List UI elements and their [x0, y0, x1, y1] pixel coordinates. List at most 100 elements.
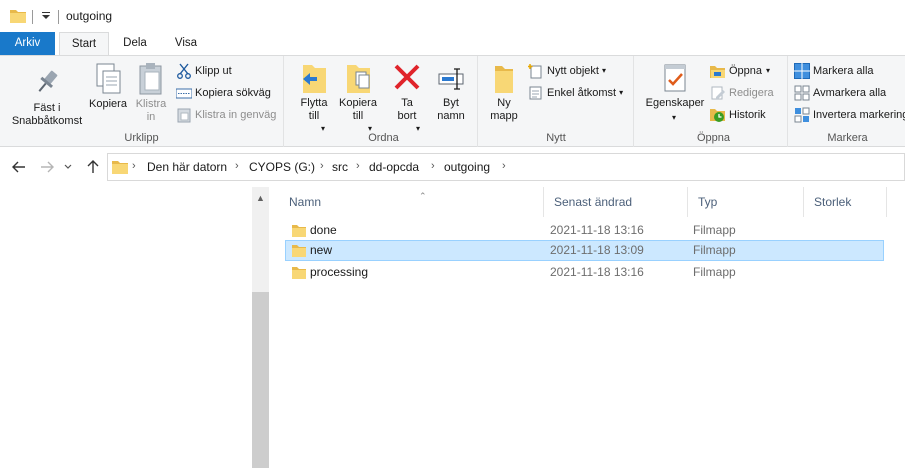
column-header-name-label: Namn — [289, 195, 322, 209]
window-title: outgoing — [66, 9, 113, 23]
sort-ascending-icon: ⌃ — [419, 191, 427, 201]
column-header-size-label: Storlek — [814, 195, 852, 209]
select-all-button[interactable]: Markera alla — [794, 61, 874, 81]
tab-start[interactable]: Start — [59, 32, 109, 56]
paste-label: Klistra in — [135, 98, 167, 123]
breadcrumb-chevron-icon[interactable]: › — [320, 160, 324, 172]
paste-shortcut-button[interactable]: Klistra in genväg — [176, 105, 276, 125]
scroll-up-arrow-icon[interactable]: ▲ — [252, 187, 269, 209]
folder-icon — [292, 265, 306, 285]
rename-button[interactable]: Byt namn — [430, 61, 472, 122]
new-group: Ny mapp Nytt objekt ▾ Enkel åtkomst ▾ Nytt — [479, 56, 634, 147]
ribbon-tabs: Arkiv Start Dela Visa — [0, 32, 905, 56]
quick-access-toolbar-dropdown-icon[interactable] — [39, 9, 53, 23]
tab-dela[interactable]: Dela — [112, 32, 158, 55]
copy-path-button[interactable]: Kopiera sökväg — [175, 83, 271, 103]
file-name: processing — [310, 265, 369, 279]
column-header-type[interactable]: Typ — [688, 187, 804, 217]
breadcrumb-chevron-icon[interactable]: › — [356, 160, 360, 172]
properties-icon — [642, 61, 708, 93]
properties-button[interactable]: Egenskaper ▾ — [642, 61, 708, 122]
invert-selection-label: Invertera markering — [813, 109, 905, 121]
open-group-label: Öppna — [696, 132, 731, 144]
history-label: Historik — [729, 109, 766, 121]
organize-group-label: Ordna — [368, 132, 399, 144]
edit-button[interactable]: Redigera — [710, 83, 774, 103]
navigation-pane[interactable] — [0, 187, 252, 468]
new-item-dropdown-icon: ▾ — [601, 66, 606, 75]
breadcrumb-chevron-icon[interactable]: › — [431, 160, 435, 172]
select-none-button[interactable]: Avmarkera alla — [794, 83, 886, 103]
forward-arrow-icon[interactable] — [38, 159, 56, 175]
easy-access-button[interactable]: Enkel åtkomst ▾ — [528, 83, 623, 103]
move-to-label: Flytta till — [300, 97, 328, 122]
breadcrumb-src[interactable]: src — [332, 160, 348, 174]
edit-icon — [710, 85, 726, 101]
pin-label: Fäst i Snabbåtkomst — [11, 102, 83, 127]
breadcrumb-chevron-icon[interactable]: › — [235, 160, 239, 172]
address-bar[interactable]: › Den här datorn › CYOPS (G:) › src › dd… — [107, 153, 905, 181]
file-modified: 2021-11-18 13:16 — [550, 265, 644, 279]
select-all-icon — [794, 63, 810, 79]
breadcrumb-outgoing[interactable]: outgoing — [444, 160, 490, 174]
history-icon — [710, 107, 726, 123]
select-group: Markera alla Avmarkera alla Invertera ma… — [790, 56, 905, 147]
column-header-name[interactable]: Namn ⌃ — [279, 187, 544, 217]
paste-shortcut-icon — [176, 107, 192, 123]
paste-button[interactable]: Klistra in — [130, 62, 172, 123]
properties-dropdown-icon: ▾ — [672, 113, 677, 122]
breadcrumb-chevron-icon[interactable]: › — [132, 160, 136, 172]
copy-button[interactable]: Kopiera — [86, 62, 130, 111]
cut-button[interactable]: Klipp ut — [176, 61, 232, 81]
column-header-date-label: Senast ändrad — [554, 195, 633, 209]
select-none-label: Avmarkera alla — [813, 87, 887, 99]
column-header-date[interactable]: Senast ändrad — [544, 187, 688, 217]
new-item-button[interactable]: Nytt objekt ▾ — [527, 61, 606, 81]
move-to-button[interactable]: Flytta till ▾ — [294, 61, 334, 133]
navigation-pane-scrollbar[interactable]: ▲ — [252, 187, 269, 468]
breadcrumb-dd-opcda[interactable]: dd-opcda — [369, 160, 419, 174]
breadcrumb-this-pc[interactable]: Den här datorn — [147, 160, 227, 174]
open-group: Egenskaper ▾ Öppna ▾ Redigera Historik Öpp… — [640, 56, 788, 147]
breadcrumb-chevron-icon[interactable]: › — [502, 160, 506, 172]
table-row[interactable]: new 2021-11-18 13:09 Filmapp — [285, 240, 884, 261]
history-button[interactable]: Historik — [710, 105, 766, 125]
folder-icon — [10, 9, 26, 26]
file-modified: 2021-11-18 13:09 — [550, 243, 644, 257]
column-header-size[interactable]: Storlek — [804, 187, 887, 217]
open-dropdown-icon: ▾ — [766, 66, 771, 75]
rename-icon — [430, 61, 472, 93]
copy-path-icon — [175, 85, 193, 101]
column-header-type-label: Typ — [698, 195, 718, 209]
tab-visa[interactable]: Visa — [163, 32, 209, 55]
invert-selection-button[interactable]: Invertera markering — [794, 105, 905, 125]
file-type: Filmapp — [693, 243, 736, 257]
up-arrow-icon[interactable] — [84, 159, 102, 175]
copy-path-label: Kopiera sökväg — [195, 87, 271, 99]
easy-access-icon — [528, 85, 544, 101]
copy-to-button[interactable]: Kopiera till ▾ — [336, 61, 380, 133]
scissors-icon — [176, 63, 192, 79]
scrollbar-thumb[interactable] — [252, 292, 269, 468]
file-type: Filmapp — [693, 265, 736, 279]
tab-arkiv[interactable]: Arkiv — [0, 32, 55, 55]
select-none-icon — [794, 85, 810, 101]
recent-locations-chevron-icon[interactable] — [62, 159, 74, 175]
new-item-icon — [527, 63, 544, 79]
new-folder-button[interactable]: Ny mapp — [483, 61, 525, 122]
pin-quick-access-button[interactable]: Fäst i Snabbåtkomst — [6, 66, 88, 127]
table-row[interactable]: processing 2021-11-18 13:16 Filmapp — [285, 262, 884, 283]
title-bar: outgoing — [0, 0, 905, 32]
open-button[interactable]: Öppna ▾ — [710, 61, 770, 81]
divider — [32, 10, 33, 24]
copy-icon — [86, 62, 130, 94]
breadcrumb-drive[interactable]: CYOPS (G:) — [249, 160, 315, 174]
move-to-icon — [294, 61, 334, 93]
clipboard-group: Fäst i Snabbåtkomst Kopiera Klistra in K… — [0, 56, 284, 147]
cut-label: Klipp ut — [195, 65, 232, 77]
invert-selection-icon — [794, 107, 810, 123]
file-list: Namn ⌃ Senast ändrad Typ Storlek done 20… — [269, 187, 905, 468]
table-row[interactable]: done 2021-11-18 13:16 Filmapp — [285, 220, 884, 241]
back-arrow-icon[interactable] — [10, 159, 28, 175]
delete-button[interactable]: Ta bort ▾ — [388, 61, 426, 133]
